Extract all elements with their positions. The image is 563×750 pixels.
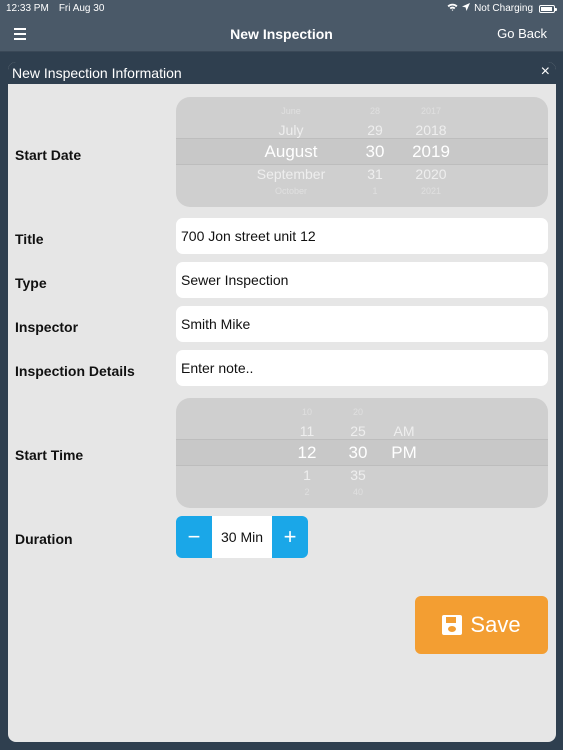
save-button[interactable]: Save — [415, 596, 548, 654]
inspector-label: Inspector — [15, 319, 79, 335]
duration-stepper: − 30 Min + — [176, 516, 308, 558]
go-back-button[interactable]: Go Back — [497, 26, 547, 41]
duration-value: 30 Min — [212, 516, 272, 558]
decrement-button[interactable]: − — [176, 516, 212, 558]
selected-ampm: PM — [391, 443, 417, 462]
status-bar: 12:33 PM Fri Aug 30 Not Charging — [0, 0, 563, 18]
location-icon — [462, 3, 471, 14]
month-wheel[interactable]: June July August September October — [256, 97, 326, 207]
year-wheel[interactable]: 2017 2018 2019 2020 2021 — [396, 97, 466, 207]
navigation-bar: New Inspection Go Back — [0, 18, 563, 52]
save-label: Save — [470, 612, 521, 637]
start-date-label: Start Date — [15, 147, 82, 163]
inspector-field[interactable]: Smith Mike — [176, 306, 548, 342]
title-field[interactable]: 700 Jon street unit 12 — [176, 218, 548, 254]
start-date-picker[interactable]: June July August September October 28 29… — [176, 97, 548, 207]
inspection-details-label: Inspection Details — [15, 363, 135, 379]
type-field[interactable]: Sewer Inspection — [176, 262, 548, 298]
start-time-picker[interactable]: 10 11 12 1 2 20 25 30 35 40 AM PM — [176, 398, 548, 508]
ampm-wheel[interactable]: AM PM — [369, 398, 439, 508]
modal-header: New Inspection Information × — [8, 62, 556, 84]
status-date: Fri Aug 30 — [58, 3, 105, 14]
selected-year: 2019 — [412, 142, 450, 161]
start-time-label: Start Time — [15, 447, 84, 463]
nav-title: New Inspection — [230, 26, 333, 42]
title-label: Title — [15, 231, 44, 247]
wifi-icon — [447, 3, 458, 14]
increment-button[interactable]: + — [272, 516, 308, 558]
status-time: 12:33 PM — [6, 3, 49, 14]
battery-icon — [539, 4, 557, 13]
inspection-details-field[interactable]: Enter note.. — [176, 350, 548, 386]
type-label: Type — [15, 275, 47, 291]
floppy-disk-icon — [442, 615, 463, 635]
new-inspection-modal: New Inspection Information × Start Date … — [8, 62, 556, 742]
charging-status: Not Charging — [474, 3, 533, 14]
close-icon[interactable]: × — [541, 63, 550, 81]
modal-title: New Inspection Information — [12, 65, 182, 81]
selected-month: August — [264, 142, 318, 161]
duration-label: Duration — [15, 531, 73, 547]
